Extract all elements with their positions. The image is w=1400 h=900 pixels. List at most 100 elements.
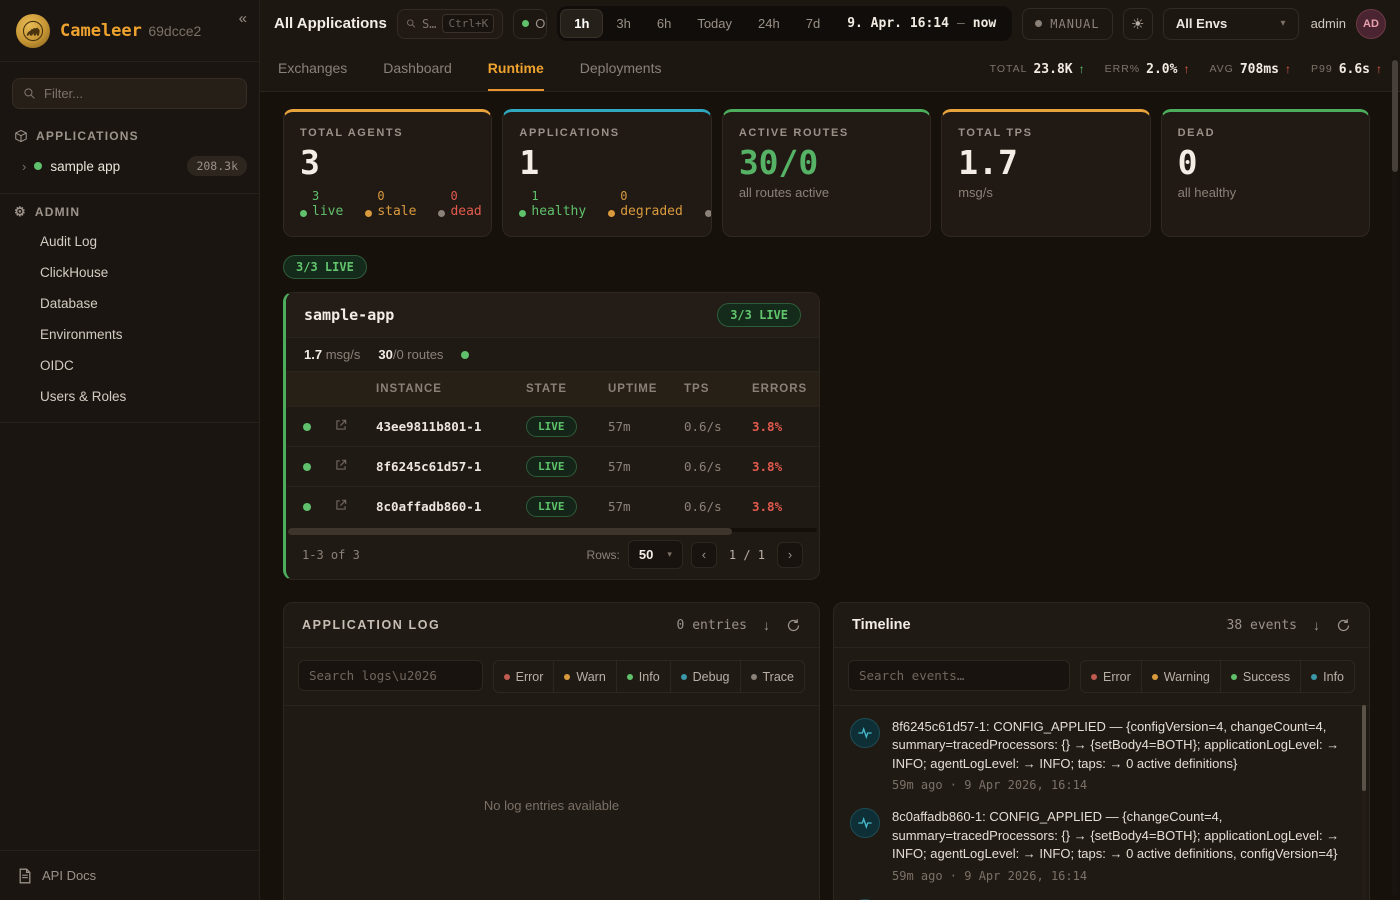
scrollbar-thumb[interactable] [1392, 60, 1398, 172]
cube-icon [14, 129, 28, 143]
tab-dashboard[interactable]: Dashboard [383, 47, 452, 91]
time-range-group: 1h 3h 6h Today 24h 7d 9. Apr. 16:14 — no… [557, 6, 1012, 41]
table-row[interactable]: 8c0affadb860-1 LIVE 57m 0.6/s 3.8% 5 [286, 486, 820, 526]
page-scrollbar[interactable] [1392, 56, 1398, 896]
live-dot [300, 210, 307, 217]
range-1h[interactable]: 1h [560, 9, 603, 38]
download-icon[interactable]: ↓ [1313, 617, 1320, 633]
manual-mode-button[interactable]: MANUAL [1022, 8, 1112, 40]
external-link-icon[interactable] [334, 498, 348, 512]
tps: 0.6/s [678, 446, 746, 486]
error-dot [1091, 674, 1097, 680]
global-search-input[interactable]: S… Ctrl+K [397, 9, 503, 39]
app-log-controls: Search logs\u2026 Error Warn Info Debug … [284, 648, 819, 706]
substat-live: 3live [300, 189, 343, 220]
app-panel-header[interactable]: sample-app 3/3 LIVE [286, 293, 819, 338]
sidebar-item-oidc[interactable]: OIDC [0, 350, 259, 381]
sidebar-item-users-roles[interactable]: Users & Roles [0, 381, 259, 412]
avatar[interactable]: AD [1356, 9, 1386, 39]
sun-icon: ☀ [1131, 15, 1144, 33]
search-icon [406, 17, 416, 30]
refresh-icon[interactable] [1336, 618, 1351, 633]
scrollbar-thumb[interactable] [288, 528, 732, 535]
sidebar-item-audit-log[interactable]: Audit Log [0, 226, 259, 257]
table-row[interactable]: 43ee9811b801-1 LIVE 57m 0.6/s 3.8% 2 [286, 406, 820, 446]
instance-status-dot [303, 503, 311, 511]
filter-placeholder: Filter... [44, 86, 83, 101]
range-3h[interactable]: 3h [603, 9, 643, 38]
trend-up-icon: ↑ [1079, 62, 1085, 76]
application-log-panel: APPLICATION LOG 0 entries ↓ Search logs\… [283, 602, 820, 900]
success-dot [1231, 674, 1237, 680]
filter-warning[interactable]: Warning [1141, 661, 1220, 692]
filter-info[interactable]: Info [1300, 661, 1354, 692]
sidebar-item-environments[interactable]: Environments [0, 319, 259, 350]
filter-debug[interactable]: Debug [670, 661, 740, 692]
substat-critical: 0critical [705, 189, 712, 220]
search-placeholder: S… [422, 17, 436, 31]
range-24h[interactable]: 24h [745, 9, 793, 38]
error-dot [504, 674, 510, 680]
filter-warn[interactable]: Warn [553, 661, 615, 692]
manual-dot [1035, 20, 1042, 27]
time-from: 9. Apr. 16:14 [847, 16, 949, 31]
external-link-icon[interactable] [334, 418, 348, 432]
tab-deployments[interactable]: Deployments [580, 47, 662, 91]
tab-exchanges[interactable]: Exchanges [278, 47, 347, 91]
refresh-icon[interactable] [786, 618, 801, 633]
time-range-display[interactable]: 9. Apr. 16:14 — now [833, 16, 1002, 31]
stat-p99: P99 6.6s ↑ [1311, 62, 1382, 77]
app-status-dot [34, 162, 42, 170]
api-docs-link[interactable]: API Docs [0, 850, 259, 900]
theme-toggle-button[interactable]: ☀ [1123, 8, 1153, 40]
app-log-header: APPLICATION LOG 0 entries ↓ [284, 603, 819, 648]
filter-trace[interactable]: Trace [740, 661, 805, 692]
sample-app-panel: sample-app 3/3 LIVE 1.7 msg/s 30/0 route… [283, 292, 820, 580]
table-row[interactable]: 8f6245c61d57-1 LIVE 57m 0.6/s 3.8% 5 [286, 446, 820, 486]
filter-success[interactable]: Success [1220, 661, 1300, 692]
sidebar-item-database[interactable]: Database [0, 288, 259, 319]
chevron-down-icon: ▾ [667, 549, 672, 560]
uptime: 57m [602, 406, 678, 446]
time-to: now [973, 16, 996, 31]
download-icon[interactable]: ↓ [763, 617, 770, 633]
range-today[interactable]: Today [684, 9, 745, 38]
timeline-scrollbar[interactable] [1362, 705, 1366, 900]
online-label: O [535, 16, 545, 31]
online-status-button[interactable]: O [513, 9, 547, 39]
rows-per-page-select[interactable]: 50 ▾ [628, 540, 683, 569]
applications-section-label: APPLICATIONS [0, 119, 259, 149]
substat-dead: 0dead [438, 189, 481, 220]
timeline-title: Timeline [852, 617, 911, 633]
state-badge: LIVE [526, 496, 577, 517]
time-separator: — [957, 16, 965, 31]
sidebar-filter-input[interactable]: Filter... [12, 78, 247, 109]
activity-pulse-icon [850, 718, 880, 748]
event-search-input[interactable]: Search events… [848, 660, 1070, 691]
filter-error[interactable]: Error [494, 661, 554, 692]
timeline-event[interactable]: 8c0affadb860-1: CONFIG_APPLIED — {change… [850, 808, 1349, 882]
sidebar-item-sample-app[interactable]: › sample app 208.3k [0, 149, 259, 183]
log-search-input[interactable]: Search logs\u2026 [298, 660, 483, 691]
stat-cards: TOTAL AGENTS 3 3live 0stale 0dead APPLIC… [283, 109, 1370, 237]
dead-dot [438, 210, 445, 217]
range-7d[interactable]: 7d [793, 9, 833, 38]
errors: 3.8% [746, 446, 820, 486]
next-page-button[interactable]: › [777, 542, 803, 568]
event-count: 38 events [1227, 618, 1297, 633]
filter-error[interactable]: Error [1081, 661, 1141, 692]
external-link-icon[interactable] [334, 458, 348, 472]
expand-chevron-icon[interactable]: › [22, 159, 26, 174]
scrollbar-thumb[interactable] [1362, 705, 1366, 791]
prev-page-button[interactable]: ‹ [691, 542, 717, 568]
horizontal-scrollbar[interactable] [288, 528, 817, 532]
tab-runtime[interactable]: Runtime [488, 47, 544, 91]
sidebar-collapse-icon[interactable]: « [239, 10, 247, 27]
table-footer: 1-3 of 3 Rows: 50 ▾ ‹ 1 / 1 › [286, 532, 819, 579]
timeline-event[interactable]: 8f6245c61d57-1: CONFIG_APPLIED — {config… [850, 718, 1349, 792]
sidebar-item-clickhouse[interactable]: ClickHouse [0, 257, 259, 288]
environment-select[interactable]: All Envs ▾ [1163, 8, 1299, 40]
tps: 0.6/s [678, 486, 746, 526]
filter-info[interactable]: Info [616, 661, 670, 692]
range-6h[interactable]: 6h [644, 9, 684, 38]
